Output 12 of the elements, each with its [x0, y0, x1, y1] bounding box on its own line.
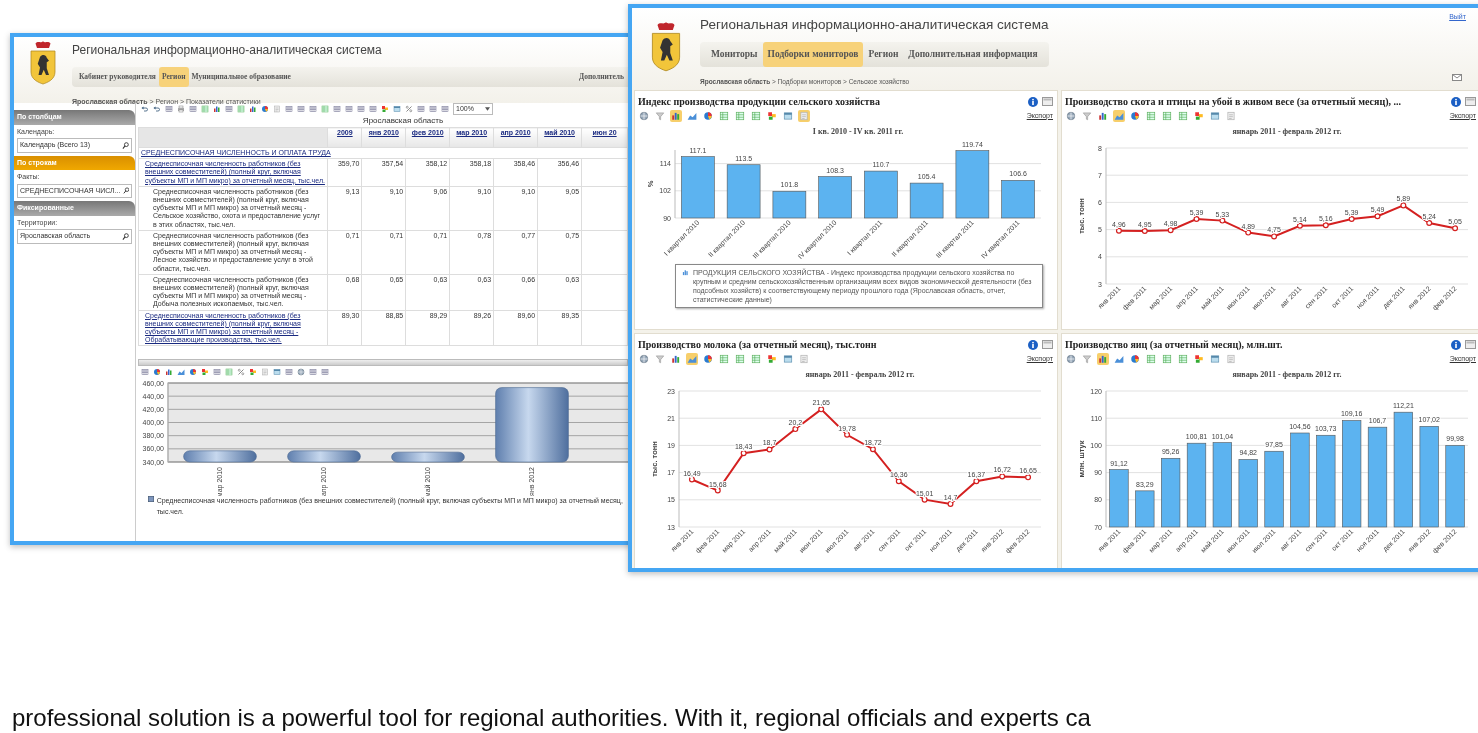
grid-title: Ярославская область: [361, 115, 445, 127]
chart-title: январь 2011 - февраль 2012 гг.: [1232, 370, 1342, 379]
window-title: Региональная информационно-аналитическая система: [700, 16, 1049, 34]
panel-title: Производство яиц (за отчетный месяц), млн.шт.: [1065, 338, 1283, 352]
chart-title: I кв. 2010 - IV кв. 2011 гг.: [812, 127, 904, 136]
chart-title: январь 2011 - февраль 2012 гг.: [805, 370, 915, 379]
window-title: Региональная информационно-аналитическая система: [72, 42, 382, 59]
chart-title: январь 2011 - февраль 2012 гг.: [1232, 127, 1342, 136]
panel-title: Производство молока (за отчетный месяц), тыс.тонн: [638, 338, 877, 352]
caption-text: professional solution is a powerful tool for regional authorities. With it, regional officials and experts ca: [12, 703, 1091, 733]
panel-title: Производство скота и птицы на убой в живом весе (за отчетный месяц), ...: [1065, 95, 1401, 109]
panel-title: Индекс производства продукции сельского хозяйства: [638, 95, 880, 109]
